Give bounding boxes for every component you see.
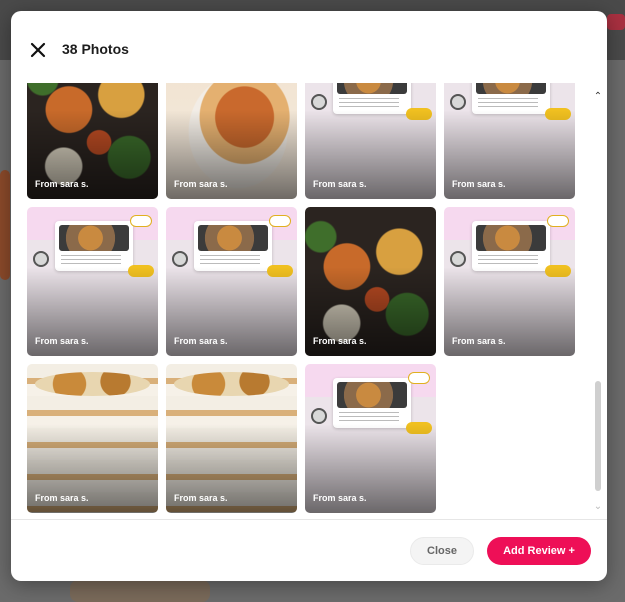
photo-credit: From sara s. [313, 493, 367, 503]
review-card-image [55, 221, 133, 271]
trifle-topping [174, 372, 289, 396]
photo-credit: From sara s. [313, 336, 367, 346]
photo-tile[interactable]: From sara s. [444, 207, 575, 356]
photo-tile[interactable]: From sara s. [305, 207, 436, 356]
photo-tile[interactable]: From sara s. [27, 83, 158, 199]
badge-image [547, 215, 569, 227]
photo-tile[interactable]: From sara s. [27, 207, 158, 356]
badge-image [130, 215, 152, 227]
bowl-image [311, 408, 327, 424]
photo-gallery[interactable]: From sara s. From sara s. From sara s. From… [11, 83, 607, 519]
photo-credit: From sara s. [174, 336, 228, 346]
photo-credit: From sara s. [452, 179, 506, 189]
background-image [70, 580, 210, 602]
review-card-image [194, 221, 272, 271]
photo-tile[interactable]: From sara s. [305, 364, 436, 513]
modal-header: 38 Photos [11, 11, 607, 83]
badge-image [408, 372, 430, 384]
review-card-image [472, 221, 550, 271]
photo-tile[interactable]: From sara s. [444, 83, 575, 199]
photos-modal: 38 Photos From sara s. From sara s. From s… [11, 11, 607, 581]
close-button[interactable]: Close [410, 537, 474, 565]
close-icon[interactable] [28, 40, 48, 60]
bowl-image [33, 251, 49, 267]
trifle-topping [35, 372, 150, 396]
photo-credit: From sara s. [174, 493, 228, 503]
photo-credit: From sara s. [313, 179, 367, 189]
badge-image [269, 215, 291, 227]
photo-credit: From sara s. [35, 179, 89, 189]
photo-credit: From sara s. [452, 336, 506, 346]
scrollbar[interactable]: ⌃ ⌄ [593, 83, 603, 519]
chevron-down-icon[interactable]: ⌄ [593, 501, 603, 513]
photo-credit: From sara s. [35, 336, 89, 346]
photo-credit: From sara s. [35, 493, 89, 503]
photo-tile[interactable]: From sara s. [27, 364, 158, 513]
modal-footer: Close Add Review + [11, 519, 607, 581]
photo-credit: From sara s. [174, 179, 228, 189]
add-review-button[interactable]: Add Review + [487, 537, 591, 565]
photo-tile[interactable]: From sara s. [166, 207, 297, 356]
photo-grid: From sara s. From sara s. From sara s. From… [27, 83, 575, 513]
modal-title: 38 Photos [62, 41, 129, 57]
bowl-image [172, 251, 188, 267]
bowl-image [450, 94, 466, 110]
review-card-image [333, 378, 411, 428]
bowl-image [311, 94, 327, 110]
background-image [0, 170, 10, 280]
bowl-image [450, 251, 466, 267]
photo-tile[interactable]: From sara s. [166, 83, 297, 199]
background-badge [607, 14, 625, 30]
photo-tile[interactable]: From sara s. [305, 83, 436, 199]
chevron-up-icon[interactable]: ⌃ [593, 91, 603, 103]
photo-tile[interactable]: From sara s. [166, 364, 297, 513]
scrollbar-thumb[interactable] [595, 381, 601, 491]
